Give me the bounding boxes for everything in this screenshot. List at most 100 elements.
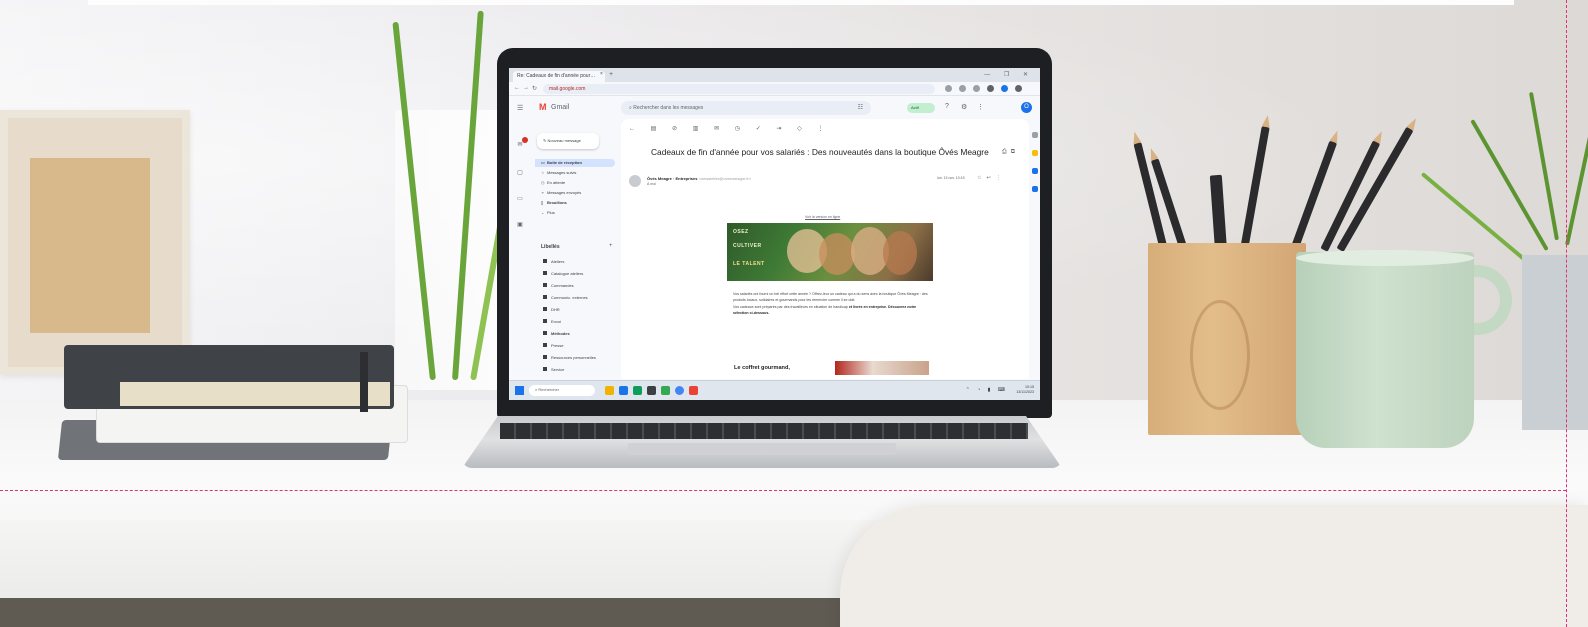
- label-item[interactable]: Communic. externes: [543, 295, 588, 300]
- label-icon: [543, 319, 547, 323]
- label-item[interactable]: Ateliers: [543, 259, 564, 264]
- mark-unread-icon[interactable]: ✉: [714, 126, 726, 132]
- email-subject: Cadeaux de fin d'année pour vos salariés…: [651, 147, 989, 157]
- close-icon[interactable]: ×: [600, 71, 603, 77]
- apps-grid-icon[interactable]: ⋮: [977, 103, 984, 111]
- sidebar-item-sent[interactable]: ➢ Messages envoyés: [535, 189, 615, 197]
- sidebar-item-more[interactable]: ⌄ Plus: [535, 209, 615, 217]
- label-item[interactable]: Envoi: [543, 319, 561, 324]
- chat-icon: ▢: [517, 170, 523, 176]
- filter-icon[interactable]: ☷: [858, 104, 863, 111]
- extension-icon[interactable]: [959, 85, 966, 92]
- start-icon[interactable]: [515, 386, 524, 395]
- app-icon[interactable]: [647, 386, 656, 395]
- gmail-search-input[interactable]: ⌕ Rechercher dans les messages ☷: [621, 101, 871, 115]
- forward-icon[interactable]: →: [523, 85, 529, 91]
- rail-spaces[interactable]: ▣: [513, 221, 527, 228]
- more-vert-icon[interactable]: ⋮: [996, 175, 1006, 181]
- label-icon: [543, 295, 547, 299]
- recipient-line[interactable]: À moi: [647, 182, 656, 186]
- sidebar-item-starred[interactable]: ☆ Messages suivis: [535, 169, 615, 177]
- report-spam-icon[interactable]: ⊘: [672, 126, 684, 132]
- calendar-icon[interactable]: [1032, 132, 1038, 138]
- label-text: Catalogue ateliers: [551, 271, 584, 276]
- download-icon[interactable]: [987, 85, 994, 92]
- rail-meet[interactable]: ▭: [513, 195, 527, 202]
- browser-tab[interactable]: Re: Cadeaux de fin d'année pour… ×: [513, 71, 605, 82]
- promo-image[interactable]: [835, 361, 929, 375]
- sidebar-item-label: Boîte de réception: [547, 160, 582, 165]
- compose-button[interactable]: ✎ Nouveau message: [537, 133, 599, 149]
- label-item[interactable]: Service: [543, 367, 564, 372]
- label-item[interactable]: Catalogue ateliers: [543, 271, 583, 276]
- chrome-icon[interactable]: [675, 386, 684, 395]
- gear-icon[interactable]: ⚙: [961, 103, 967, 111]
- app-icon[interactable]: [689, 386, 698, 395]
- promo-title: Le coffret gourmand,: [734, 365, 790, 371]
- keep-icon[interactable]: [1032, 150, 1038, 156]
- taskbar-search-input[interactable]: ⌕ Rechercher: [529, 385, 595, 396]
- body-paragraph: Vos cadeaux sont préparés par des travai…: [733, 304, 848, 309]
- newsletter-banner-image: OSEZ CULTIVER LE TALENT: [727, 223, 933, 281]
- search-placeholder: Rechercher dans les messages: [633, 105, 704, 111]
- avatar[interactable]: O: [1021, 102, 1032, 113]
- back-icon[interactable]: ←: [514, 85, 520, 91]
- store-icon[interactable]: [619, 386, 628, 395]
- picture-frame: [0, 110, 190, 375]
- window-controls[interactable]: — ❐ ✕: [984, 71, 1034, 78]
- taskbar-clock[interactable]: 10:15 13/11/2023: [1016, 385, 1034, 395]
- contacts-icon[interactable]: [1032, 186, 1038, 192]
- reply-icon[interactable]: ↩: [986, 175, 995, 181]
- view-online-link[interactable]: Voir la version en ligne: [805, 215, 840, 219]
- app-icon[interactable]: [661, 386, 670, 395]
- more-vert-icon[interactable]: ⋮: [817, 126, 830, 132]
- email-body: Vos salariés ont fourni un bel effort ce…: [733, 291, 929, 317]
- picture-frame-mat: [30, 158, 150, 333]
- label-icon: [543, 259, 547, 263]
- extension-icon[interactable]: [973, 85, 980, 92]
- archive-icon[interactable]: ▤: [651, 126, 664, 132]
- address-bar[interactable]: mail.google.com: [543, 84, 935, 94]
- trash-icon[interactable]: ▥: [693, 126, 706, 132]
- menu-icon[interactable]: [1015, 85, 1022, 92]
- help-icon[interactable]: ?: [945, 103, 949, 110]
- banner-person: [819, 233, 855, 275]
- add-task-icon[interactable]: ✓: [756, 126, 768, 132]
- label-text: Presse: [551, 343, 564, 348]
- label-item[interactable]: Presse: [543, 343, 563, 348]
- system-tray[interactable]: ⌃ ◔ ▮ ⌨: [966, 387, 1008, 393]
- reload-icon[interactable]: ↻: [532, 85, 537, 92]
- add-label-button[interactable]: +: [609, 243, 613, 249]
- print-icon[interactable]: ⎙: [1002, 149, 1011, 155]
- subject-actions: ⎙⧉: [1002, 149, 1019, 156]
- extension-icon[interactable]: [945, 85, 952, 92]
- label-item[interactable]: DHR: [543, 307, 560, 312]
- side-panel: [1031, 126, 1039, 366]
- new-tab-button[interactable]: +: [609, 71, 613, 78]
- app-icon[interactable]: [633, 386, 642, 395]
- sidebar-item-snoozed[interactable]: ◷ En attente: [535, 179, 615, 187]
- snooze-icon[interactable]: ◷: [735, 126, 747, 132]
- open-new-window-icon[interactable]: ⧉: [1011, 149, 1019, 155]
- rail-chat[interactable]: ▢: [513, 169, 527, 176]
- back-arrow-icon[interactable]: ←: [629, 126, 642, 132]
- video-icon: ▭: [517, 196, 523, 202]
- label-tag-icon[interactable]: ◇: [797, 126, 809, 132]
- file-explorer-icon[interactable]: [605, 386, 614, 395]
- status-badge[interactable]: Actif: [907, 103, 935, 113]
- label-text: Ressources personnelles: [551, 355, 596, 360]
- sidebar-item-inbox[interactable]: ▭ Boîte de réception: [535, 159, 615, 167]
- profile-icon[interactable]: [1001, 85, 1008, 92]
- mail-icon: ✉: [517, 142, 523, 148]
- label-item[interactable]: Méthodes: [543, 331, 570, 336]
- dashed-guide-vertical: [1566, 0, 1567, 627]
- hamburger-menu-icon[interactable]: ☰: [517, 104, 523, 112]
- tasks-icon[interactable]: [1032, 168, 1038, 174]
- label-item[interactable]: Commandes: [543, 283, 574, 288]
- move-icon[interactable]: ⇥: [776, 126, 788, 132]
- label-text: Ateliers: [551, 259, 565, 264]
- label-item[interactable]: Ressources personnelles: [543, 355, 596, 360]
- gmail-logo-icon[interactable]: M: [539, 102, 547, 112]
- os-taskbar: ⌕ Rechercher ⌃ ◔ ▮ ⌨ 10:15 13/11/2023: [509, 380, 1040, 400]
- sidebar-item-drafts[interactable]: ▯ Brouillons: [535, 199, 615, 207]
